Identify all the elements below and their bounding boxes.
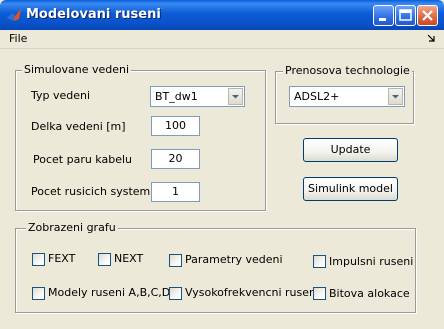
noise-models-label: Modely ruseni A,B,C,D <box>48 286 171 299</box>
maximize-button[interactable] <box>395 5 416 26</box>
line-params-label: Parametry vedeni <box>185 253 283 266</box>
simulated-line-title: Simulovane vedeni <box>22 63 132 76</box>
line-length-field[interactable]: 100 <box>151 116 200 136</box>
line-type-select[interactable]: BT_dw1 <box>150 86 245 107</box>
line-type-dropdown-button[interactable] <box>228 88 243 105</box>
line-params-checkbox[interactable] <box>169 254 182 267</box>
impulse-noise-checkbox[interactable] <box>313 255 326 268</box>
matlab-icon <box>7 9 21 21</box>
cable-pairs-label: Pocet paru kabelu <box>33 153 133 166</box>
dock-arrow-icon[interactable] <box>426 32 436 44</box>
menu-file[interactable]: File <box>9 32 27 45</box>
chevron-down-icon <box>232 95 239 99</box>
disturbers-label: Pocet rusicich systemu <box>31 185 158 198</box>
next-label: NEXT <box>114 252 144 265</box>
line-length-label: Delka vedeni [m] <box>31 120 126 133</box>
menu-bar <box>0 30 444 49</box>
maximize-icon <box>399 9 412 21</box>
noise-models-checkbox[interactable] <box>32 287 45 300</box>
highfreq-noise-label: Vysokofrekvencni ruseni <box>185 286 320 299</box>
impulse-noise-label: Impulsni ruseni <box>329 255 414 268</box>
technology-select[interactable]: ADSL2+ <box>289 86 405 107</box>
technology-dropdown-button[interactable] <box>388 88 403 105</box>
simulink-model-button[interactable]: Simulink model <box>303 177 398 201</box>
app-window: Modelovani ruseni File Simulovane vedeni… <box>0 0 444 329</box>
line-type-label: Typ vedeni <box>31 89 91 102</box>
window-title: Modelovani ruseni <box>26 7 161 22</box>
graphs-title: Zobrazeni grafu <box>26 221 118 234</box>
bit-allocation-label: Bitova alokace <box>329 287 410 300</box>
disturbers-field[interactable]: 1 <box>151 182 200 202</box>
highfreq-noise-checkbox[interactable] <box>169 287 182 300</box>
graphs-panel <box>15 228 416 313</box>
minimize-icon <box>379 18 386 21</box>
bit-allocation-checkbox[interactable] <box>313 287 326 300</box>
cable-pairs-field[interactable]: 20 <box>151 149 200 169</box>
technology-title: Prenosova technologie <box>283 64 412 77</box>
fext-label: FEXT <box>48 252 76 265</box>
line-type-value: BT_dw1 <box>155 90 198 103</box>
update-button[interactable]: Update <box>303 138 398 162</box>
next-checkbox[interactable] <box>98 253 111 266</box>
close-icon <box>422 10 433 21</box>
minimize-button[interactable] <box>373 5 394 26</box>
fext-checkbox[interactable] <box>32 253 45 266</box>
chevron-down-icon <box>392 95 399 99</box>
title-bar[interactable]: Modelovani ruseni <box>0 0 444 30</box>
technology-value: ADSL2+ <box>294 90 340 103</box>
close-button[interactable] <box>417 5 438 26</box>
